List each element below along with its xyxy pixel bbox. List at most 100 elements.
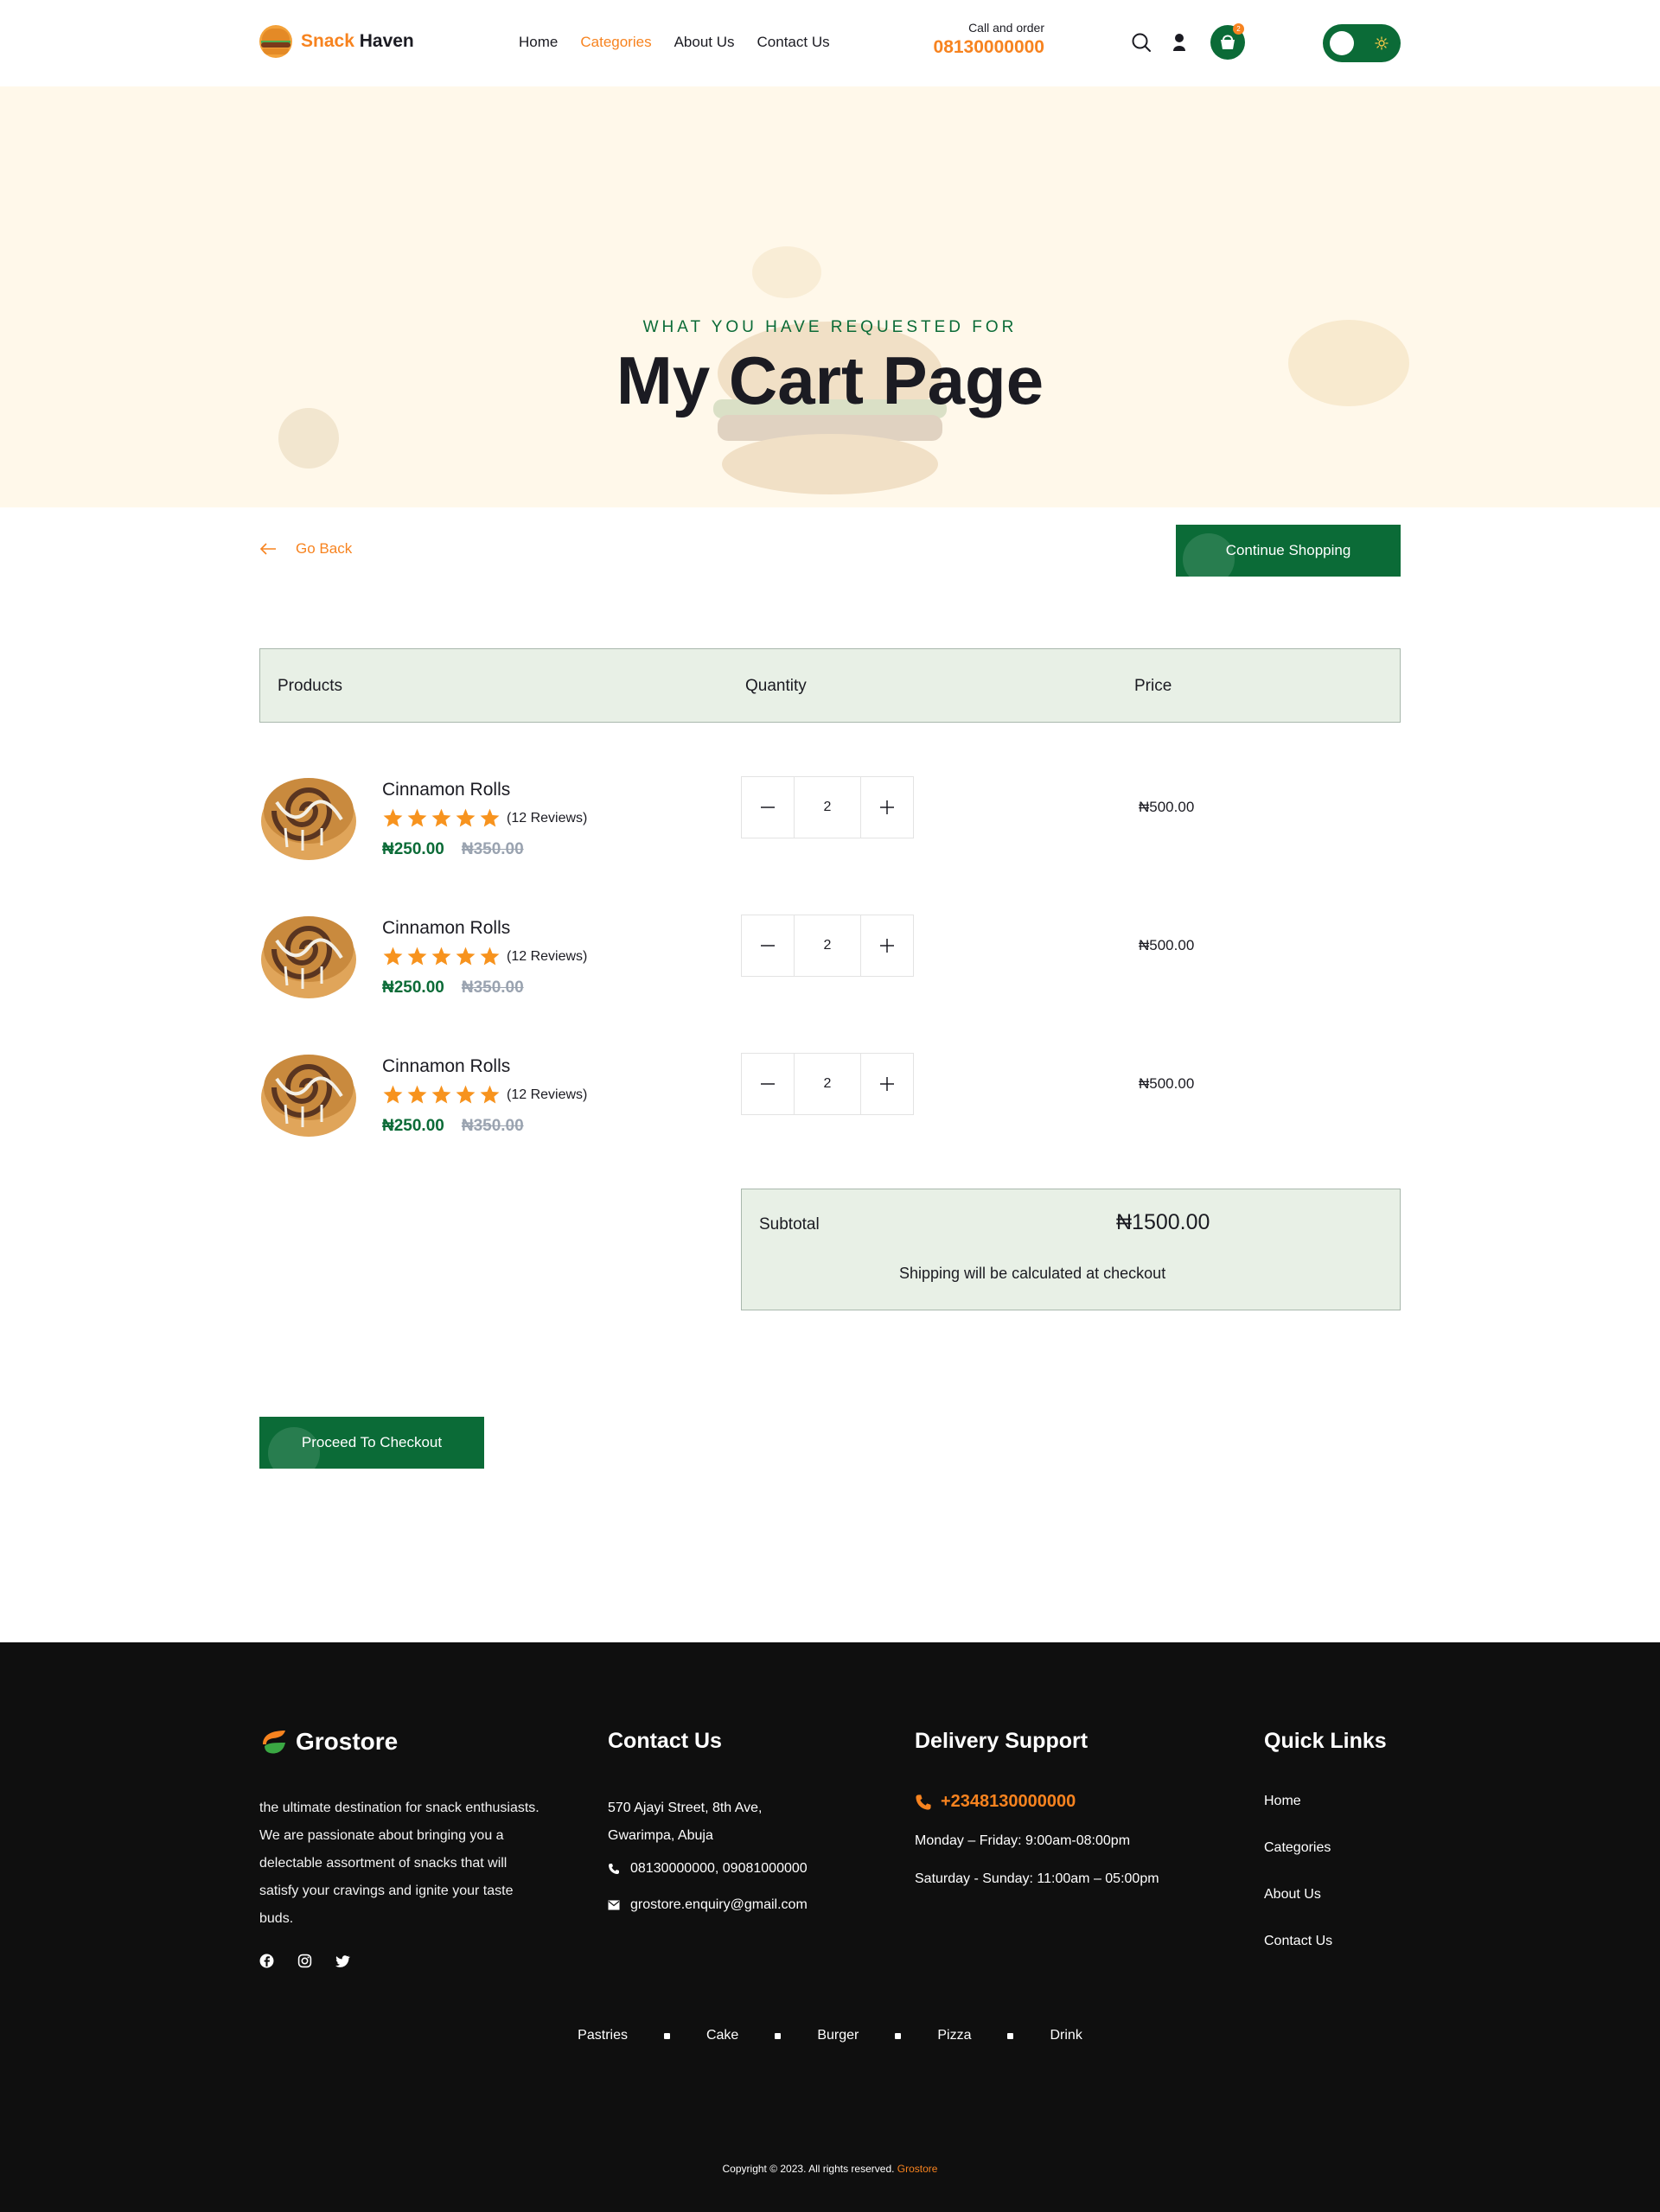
cart-count-badge: 2 — [1233, 23, 1244, 35]
line-total: ₦500.00 — [1139, 1075, 1195, 1092]
footer-logo[interactable]: Grostore — [259, 1727, 398, 1756]
category-pizza[interactable]: Pizza — [937, 2028, 971, 2043]
brand-name: Snack Haven — [301, 31, 414, 52]
line-total: ₦500.00 — [1139, 799, 1195, 815]
hero-subtitle: WHAT YOU HAVE REQUESTED FOR — [642, 318, 1018, 336]
plus-icon — [880, 1077, 894, 1091]
mail-icon — [608, 1900, 620, 1910]
star-icon — [431, 807, 452, 829]
call-label: Call and order — [968, 21, 1044, 35]
quantity-value[interactable]: 2 — [794, 915, 861, 976]
footer-address: 570 Ajayi Street, 8th Ave, Gwarimpa, Abu… — [608, 1801, 763, 1843]
product-reviews: (12 Reviews) — [507, 948, 588, 964]
main-nav: Home Categories About Us Contact Us — [519, 34, 830, 51]
star-icon — [479, 946, 501, 967]
increase-button[interactable] — [861, 1054, 913, 1114]
increase-button[interactable] — [861, 915, 913, 976]
star-icon — [406, 1084, 428, 1106]
facebook-icon[interactable] — [259, 1954, 274, 1968]
quantity-stepper: 2 — [741, 776, 914, 838]
footer-email-address[interactable]: grostore.enquiry@gmail.com — [630, 1897, 808, 1913]
checkout-button[interactable]: Proceed To Checkout — [259, 1417, 484, 1469]
twitter-icon[interactable] — [335, 1954, 350, 1968]
quantity-value[interactable]: 2 — [794, 777, 861, 838]
delivery-phone[interactable]: +2348130000000 — [915, 1792, 1076, 1812]
category-drink[interactable]: Drink — [1050, 2028, 1082, 2043]
call-to-order: Call and order 08130000000 — [925, 21, 1044, 58]
quantity-stepper: 2 — [741, 1053, 914, 1115]
brand-name-first: Snack — [301, 31, 354, 51]
instagram-icon[interactable] — [297, 1954, 312, 1968]
leaf-logo-icon — [263, 1731, 285, 1754]
category-burger[interactable]: Burger — [817, 2028, 859, 2043]
footer-phone-numbers[interactable]: 08130000000, 09081000000 — [630, 1861, 808, 1877]
burger-logo-icon — [259, 25, 292, 58]
footer-email: grostore.enquiry@gmail.com — [608, 1897, 808, 1913]
footer-link-categories[interactable]: Categories — [1264, 1840, 1331, 1856]
star-icon — [382, 946, 404, 967]
call-number[interactable]: 08130000000 — [925, 37, 1044, 58]
subtotal-label: Subtotal — [759, 1215, 820, 1233]
category-pastries[interactable]: Pastries — [578, 2028, 628, 2043]
category-cake[interactable]: Cake — [706, 2028, 738, 2043]
quantity-value[interactable]: 2 — [794, 1054, 861, 1114]
product-thumbnail — [261, 778, 356, 860]
search-icon[interactable] — [1131, 32, 1152, 53]
product-thumbnail — [261, 1055, 356, 1137]
product-old-price: ₦350.00 — [461, 1117, 524, 1135]
star-icon — [455, 946, 476, 967]
footer-link-home[interactable]: Home — [1264, 1794, 1301, 1809]
social-links — [259, 1954, 350, 1968]
cart-row: Cinnamon Rolls (12 Reviews) ₦250.00 ₦350… — [259, 768, 1401, 871]
cart-button[interactable]: 2 — [1210, 23, 1245, 60]
minus-icon — [761, 1083, 775, 1085]
header-icons: 2 — [1131, 23, 1245, 60]
delivery-heading: Delivery Support — [915, 1729, 1089, 1753]
nav-categories[interactable]: Categories — [580, 34, 651, 51]
nav-home[interactable]: Home — [519, 34, 558, 51]
quantity-stepper: 2 — [741, 915, 914, 977]
product-rating: (12 Reviews) — [382, 807, 587, 829]
decrease-button[interactable] — [742, 777, 794, 838]
star-icon — [479, 807, 501, 829]
brand-logo[interactable]: Snack Haven — [259, 25, 414, 58]
continue-shopping-button[interactable]: Continue Shopping — [1176, 525, 1401, 577]
star-icon — [382, 1084, 404, 1106]
star-icon — [382, 807, 404, 829]
product-rating: (12 Reviews) — [382, 1084, 587, 1106]
quick-links-heading: Quick Links — [1264, 1729, 1387, 1753]
minus-icon — [761, 945, 775, 947]
site-header: Snack Haven Home Categories About Us Con… — [0, 0, 1660, 86]
star-icon — [431, 1084, 452, 1106]
star-icon — [455, 1084, 476, 1106]
increase-button[interactable] — [861, 777, 913, 838]
cart-table-header: Products Quantity Price — [259, 648, 1401, 723]
minus-icon — [761, 806, 775, 808]
plus-icon — [880, 939, 894, 953]
product-reviews: (12 Reviews) — [507, 1087, 588, 1102]
go-back-link[interactable]: Go Back — [259, 540, 352, 558]
checkout-label: Proceed To Checkout — [301, 1434, 443, 1450]
separator-dot — [1007, 2032, 1014, 2039]
theme-toggle[interactable] — [1323, 24, 1401, 62]
footer-link-about[interactable]: About Us — [1264, 1887, 1321, 1903]
product-name[interactable]: Cinnamon Rolls — [382, 780, 510, 800]
nav-about[interactable]: About Us — [674, 34, 735, 51]
separator-dot — [775, 2032, 782, 2039]
subtotal-value: ₦1500.00 — [1116, 1210, 1210, 1234]
product-price: ₦250.00 — [382, 840, 444, 858]
copyright-brand[interactable]: Grostore — [897, 2163, 938, 2175]
decrease-button[interactable] — [742, 915, 794, 976]
user-icon[interactable] — [1169, 32, 1190, 53]
product-old-price: ₦350.00 — [461, 979, 524, 997]
line-total: ₦500.00 — [1139, 937, 1195, 953]
nav-contact[interactable]: Contact Us — [757, 34, 830, 51]
decrease-button[interactable] — [742, 1054, 794, 1114]
page-title: My Cart Page — [616, 342, 1044, 418]
footer-link-contact[interactable]: Contact Us — [1264, 1934, 1332, 1949]
product-name[interactable]: Cinnamon Rolls — [382, 1056, 510, 1077]
copyright: Copyright © 2023. All rights reserved. G… — [0, 2163, 1660, 2175]
phone-icon — [609, 1864, 619, 1874]
product-name[interactable]: Cinnamon Rolls — [382, 918, 510, 939]
phone-icon — [916, 1794, 931, 1810]
